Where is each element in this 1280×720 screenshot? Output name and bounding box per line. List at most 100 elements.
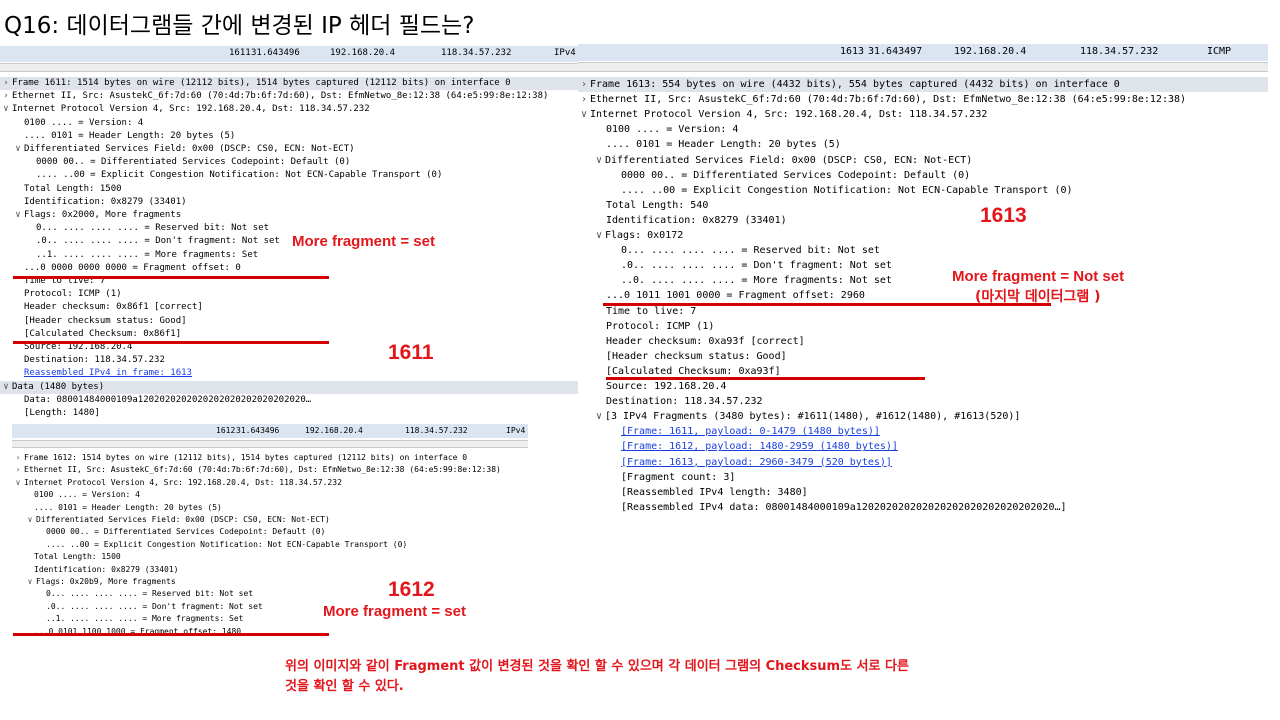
pane-splitter[interactable] <box>578 62 1268 72</box>
tree-row[interactable]: .... 0101 = Header Length: 20 bytes (5) <box>24 130 578 143</box>
expand-arrow-icon[interactable]: ∨ <box>0 381 12 394</box>
tree-row[interactable]: Identification: 0x8279 (33401) <box>34 564 528 576</box>
expand-arrow-icon[interactable]: ∨ <box>593 409 605 424</box>
tree-row[interactable]: Data: 08001484000109a1202020202020202020… <box>24 394 578 407</box>
tree-row[interactable]: ∨ Internet Protocol Version 4, Src: 192.1… <box>578 107 1268 122</box>
tree-row[interactable]: ...0 0000 0000 0000 = Fragment offset: 0 <box>24 262 578 275</box>
tree-row[interactable]: [Fragment count: 3] <box>621 470 1268 485</box>
expand-arrow-icon[interactable]: ∨ <box>12 477 24 489</box>
collapse-arrow-icon[interactable]: › <box>12 452 24 464</box>
tree-row[interactable]: Protocol: ICMP (1) <box>606 319 1268 334</box>
tree-row-text: [Calculated Checksum: 0x86f1] <box>24 328 182 339</box>
tree-row-text: 0... .... .... .... = Reserved bit: Not … <box>46 589 254 599</box>
expand-arrow-icon[interactable]: ∨ <box>593 153 605 168</box>
collapse-arrow-icon[interactable]: › <box>578 77 590 92</box>
tree-row[interactable]: › Frame 1611: 1514 bytes on wire (12112 b… <box>0 77 578 91</box>
tree-row-text: 0000 00.. = Differentiated Services Code… <box>621 169 971 181</box>
tree-row[interactable]: [Length: 1480] <box>24 407 578 420</box>
tree-row[interactable]: › Frame 1613: 554 bytes on wire (4432 bit… <box>578 77 1268 93</box>
tree-row[interactable]: ∨ Flags: 0x0172 <box>593 228 1268 243</box>
tree-row[interactable]: ∨ Differentiated Services Field: 0x00 (DS… <box>24 514 528 526</box>
tree-row[interactable]: ∨ Differentiated Services Field: 0x00 (DS… <box>12 143 578 156</box>
tree-row[interactable]: 0... .... .... .... = Reserved bit: Not … <box>46 588 528 600</box>
tree-row[interactable]: [Reassembled IPv4 data: 08001484000109a1… <box>621 500 1268 515</box>
tree-row[interactable]: ∨ Data (1480 bytes) <box>0 380 578 394</box>
tree-row[interactable]: Protocol: ICMP (1) <box>24 288 578 301</box>
tree-row[interactable]: › Ethernet II, Src: AsustekC_6f:7d:60 (70… <box>12 464 528 476</box>
annotation-label-1613: 1613 <box>980 204 1027 227</box>
expand-arrow-icon[interactable]: ∨ <box>0 103 12 116</box>
expand-arrow-icon[interactable]: ∨ <box>12 209 24 222</box>
tree-row[interactable]: ..0. .... .... .... = More fragments: No… <box>621 273 1268 288</box>
tree-row[interactable]: ∨ Flags: 0x2000, More fragments <box>12 209 578 222</box>
expand-arrow-icon[interactable]: ∨ <box>12 143 24 156</box>
tree-row[interactable]: 0100 .... = Version: 4 <box>34 489 528 501</box>
expand-arrow-icon[interactable]: ∨ <box>578 107 590 122</box>
tree-row[interactable]: › Frame 1612: 1514 bytes on wire (12112 b… <box>12 452 528 464</box>
collapse-arrow-icon[interactable]: › <box>12 464 24 476</box>
tree-row-link[interactable]: [Frame: 1613, payload: 2960-3479 (520 by… <box>621 457 892 468</box>
tree-row[interactable]: ∨ [3 IPv4 Fragments (3480 bytes): #1611(1… <box>593 409 1268 424</box>
tree-row[interactable]: [Header checksum status: Good] <box>24 315 578 328</box>
tree-row[interactable]: Total Length: 540 <box>606 198 1268 213</box>
tree-row[interactable]: .... ..00 = Explicit Congestion Notifica… <box>36 169 578 182</box>
expand-arrow-icon[interactable]: ∨ <box>24 576 36 588</box>
tree-row[interactable]: Header checksum: 0x86f1 [correct] <box>24 301 578 314</box>
tree-row[interactable]: › Ethernet II, Src: AsustekC_6f:7d:60 (70… <box>0 90 578 103</box>
tree-row[interactable]: Destination: 118.34.57.232 <box>606 394 1268 409</box>
tree-row-link[interactable]: Reassembled IPv4 in frame: 1613 <box>24 368 192 378</box>
tree-row[interactable]: Total Length: 1500 <box>34 551 528 563</box>
tree-row[interactable]: Total Length: 1500 <box>24 183 578 196</box>
tree-row[interactable]: Destination: 118.34.57.232 <box>24 354 578 367</box>
collapse-arrow-icon[interactable]: › <box>578 92 590 107</box>
tree-row[interactable]: Identification: 0x8279 (33401) <box>606 213 1268 228</box>
packet-dst: 118.34.57.232 <box>405 426 468 435</box>
tree-row[interactable]: › Ethernet II, Src: AsustekC_6f:7d:60 (70… <box>578 92 1268 107</box>
tree-row[interactable]: ∨ Differentiated Services Field: 0x00 (DS… <box>593 153 1268 168</box>
page-title: Q16: 데이터그램들 간에 변경된 IP 헤더 필드는? <box>4 13 475 39</box>
tree-row-link[interactable]: [Frame: 1611, payload: 0-1479 (1480 byte… <box>621 426 880 437</box>
tree-row[interactable]: 0100 .... = Version: 4 <box>606 122 1268 137</box>
tree-row-text: 0... .... .... .... = Reserved bit: Not … <box>36 223 269 234</box>
pane-splitter[interactable] <box>0 63 578 72</box>
tree-row[interactable]: Identification: 0x8279 (33401) <box>24 196 578 209</box>
tree-row[interactable]: 0... .... .... .... = Reserved bit: Not … <box>621 243 1268 258</box>
pane-splitter[interactable] <box>12 440 528 448</box>
tree-row[interactable]: 0000 00.. = Differentiated Services Code… <box>621 168 1268 183</box>
tree-row-link[interactable]: [Frame: 1612, payload: 1480-2959 (1480 b… <box>621 441 898 452</box>
tree-row[interactable]: Header checksum: 0xa93f [correct] <box>606 334 1268 349</box>
tree-row[interactable]: [Reassembled IPv4 length: 3480] <box>621 485 1268 500</box>
tree-row[interactable]: Source: 192.168.20.4 <box>606 379 1268 394</box>
tree-row[interactable]: ...0 0101 1100 1000 = Fragment offset: 1… <box>34 626 528 638</box>
tree-row-text: .... 0101 = Header Length: 20 bytes (5) <box>24 130 236 141</box>
tree-row[interactable]: .... 0101 = Header Length: 20 bytes (5) <box>34 502 528 514</box>
tree-row[interactable]: [Calculated Checksum: 0x86f1] <box>24 328 578 341</box>
packet-list-row-1611[interactable]: 1611 31.643496 192.168.20.4 118.34.57.23… <box>0 46 578 62</box>
tree-row[interactable]: ...0 1011 1001 0000 = Fragment offset: 2… <box>606 288 1268 303</box>
tree-row[interactable]: 0000 00.. = Differentiated Services Code… <box>46 526 528 538</box>
tree-row[interactable]: Reassembled IPv4 in frame: 1613 <box>24 367 578 380</box>
tree-row-text: Differentiated Services Field: 0x00 (DSC… <box>36 515 330 524</box>
tree-row-text: .... 0101 = Header Length: 20 bytes (5) <box>34 502 222 512</box>
packet-list-row-1613[interactable]: 1613 31.643497 192.168.20.4 118.34.57.23… <box>578 44 1268 61</box>
tree-row[interactable]: [Frame: 1611, payload: 0-1479 (1480 byte… <box>621 424 1268 439</box>
collapse-arrow-icon[interactable]: › <box>0 77 12 90</box>
tree-row[interactable]: .... ..00 = Explicit Congestion Notifica… <box>46 539 528 551</box>
tree-row[interactable]: ∨ Flags: 0x20b9, More fragments <box>24 576 528 588</box>
tree-row[interactable]: [Frame: 1612, payload: 1480-2959 (1480 b… <box>621 439 1268 454</box>
expand-arrow-icon[interactable]: ∨ <box>593 228 605 243</box>
tree-row[interactable]: [Frame: 1613, payload: 2960-3479 (520 by… <box>621 455 1268 470</box>
collapse-arrow-icon[interactable]: › <box>0 90 12 103</box>
tree-row[interactable]: ..1. .... .... .... = More fragments: Se… <box>36 249 578 262</box>
packet-list-row-1612[interactable]: 1612 31.643496 192.168.20.4 118.34.57.23… <box>12 424 528 438</box>
expand-arrow-icon[interactable]: ∨ <box>24 514 36 526</box>
tree-row[interactable]: .0.. .... .... .... = Don't fragment: No… <box>621 258 1268 273</box>
tree-row[interactable]: .... 0101 = Header Length: 20 bytes (5) <box>606 137 1268 152</box>
tree-row[interactable]: .... ..00 = Explicit Congestion Notifica… <box>621 183 1268 198</box>
tree-row[interactable]: 0000 00.. = Differentiated Services Code… <box>36 156 578 169</box>
tree-row[interactable]: [Header checksum status: Good] <box>606 349 1268 364</box>
tree-row[interactable]: 0100 .... = Version: 4 <box>24 117 578 130</box>
tree-row[interactable]: ∨ Internet Protocol Version 4, Src: 192.1… <box>12 477 528 489</box>
tree-row[interactable]: ∨ Internet Protocol Version 4, Src: 192.1… <box>0 103 578 116</box>
tree-row-text: Differentiated Services Field: 0x00 (DSC… <box>24 144 355 154</box>
